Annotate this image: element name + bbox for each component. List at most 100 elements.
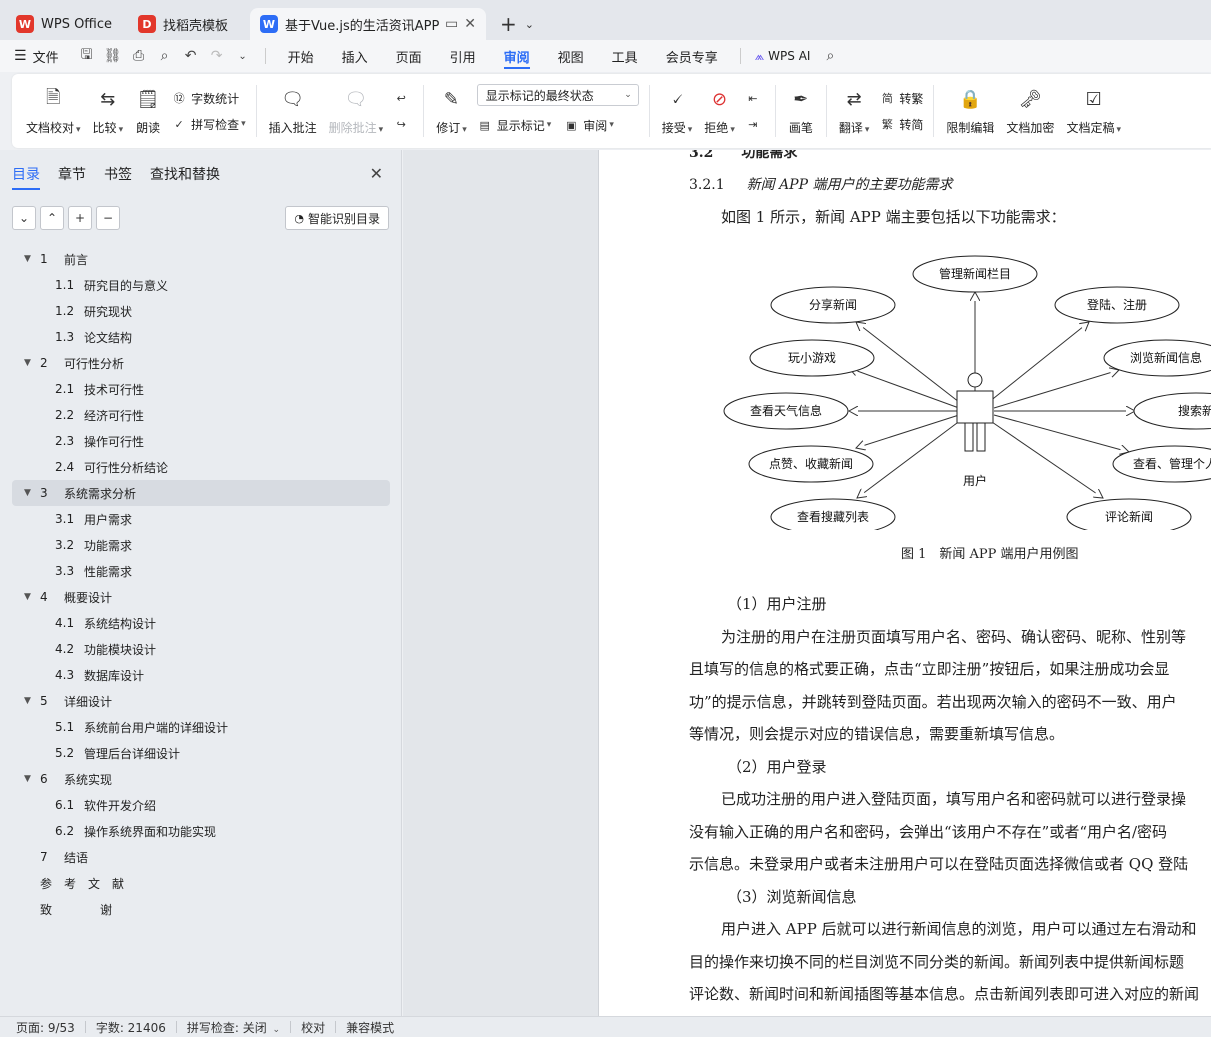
reject-button[interactable]: ⊘ 拒绝 ▾ <box>704 81 735 141</box>
toc-item[interactable]: 4.2 功能模块设计 <box>12 636 390 662</box>
menu-page[interactable]: 页面 <box>396 40 422 72</box>
toc-item[interactable]: 5.2 管理后台详细设计 <box>12 740 390 766</box>
nav-tab-toc[interactable]: 目录 <box>12 164 40 190</box>
toc-item[interactable]: 致 谢 <box>12 896 390 922</box>
previous-comment-button[interactable]: ↩ <box>393 85 413 111</box>
link-icon[interactable]: ⛓ <box>101 44 125 68</box>
toc-item[interactable]: 2.2 经济可行性 <box>12 402 390 428</box>
toc-item[interactable]: ▼ 4 概要设计 <box>12 584 390 610</box>
toc-item[interactable]: 1.1 研究目的与意义 <box>12 272 390 298</box>
show-markup-button[interactable]: ▤ 显示标记 ▾ <box>477 112 552 138</box>
expand-arrow-icon[interactable]: ▼ <box>24 592 36 602</box>
paragraph-line: 功”的提示信息，并跳转到登陆页面。若出现两次输入的密码不一致、用户 <box>689 692 1177 711</box>
menu-tools[interactable]: 工具 <box>612 40 638 72</box>
add-heading-icon[interactable]: + <box>68 206 92 230</box>
spell-check-button[interactable]: ✓ 拼写检查 ▾ <box>171 111 245 137</box>
nav-tab-find-replace[interactable]: 查找和替换 <box>150 164 220 190</box>
search-icon[interactable]: ⌕ <box>818 44 842 68</box>
document-page[interactable]: 3.2 功能需求 3.2.1 新闻 APP 端用户的主要功能需求 如图 1 所示，… <box>598 150 1211 1016</box>
to-simplified-button[interactable]: 繁转简 <box>879 111 924 137</box>
chevron-down-icon[interactable]: ⌄ <box>231 44 255 68</box>
toc-item[interactable]: 6.1 软件开发介绍 <box>12 792 390 818</box>
previous-revision-button[interactable]: ⇤ <box>745 85 765 111</box>
expand-arrow-icon[interactable]: ▼ <box>24 358 36 368</box>
toc-item[interactable]: 4.3 数据库设计 <box>12 662 390 688</box>
close-icon[interactable]: ✕ <box>370 164 383 183</box>
toc-item[interactable]: ▼ 1 前言 <box>12 246 390 272</box>
read-aloud-button[interactable]: 🗒 朗读 <box>135 81 161 141</box>
toc-item[interactable]: 1.3 论文结构 <box>12 324 390 350</box>
word-count-button[interactable]: ⑫ 字数统计 <box>171 85 246 111</box>
toc-item[interactable]: ▼ 5 详细设计 <box>12 688 390 714</box>
toc-item[interactable]: 3.3 性能需求 <box>12 558 390 584</box>
close-icon[interactable]: ✕ <box>464 16 476 32</box>
insert-comment-button[interactable]: 🗨 插入批注 <box>269 81 317 141</box>
tab-wps-office[interactable]: W WPS Office <box>6 8 124 40</box>
toc-item[interactable]: 3.1 用户需求 <box>12 506 390 532</box>
page-count[interactable]: 页面: 9/53 <box>16 1019 75 1036</box>
expand-arrow-icon[interactable]: ▼ <box>24 254 36 264</box>
toc-item[interactable]: ▼ 6 系统实现 <box>12 766 390 792</box>
toc-item[interactable]: ▼ 2 可行性分析 <box>12 350 390 376</box>
markup-state-select[interactable]: 显示标记的最终状态 ⌄ <box>476 84 639 106</box>
toc-item-number: 4.1 <box>55 616 75 630</box>
collapse-all-icon[interactable]: ⌄ <box>12 206 36 230</box>
print-icon[interactable]: ⎙ <box>127 44 151 68</box>
translate-button[interactable]: ⇄ 翻译 ▾ <box>839 81 870 141</box>
save-icon[interactable]: 🖫 <box>75 44 99 68</box>
toc-item[interactable]: 5.1 系统前台用户端的详细设计 <box>12 714 390 740</box>
file-menu[interactable]: ☰ 文件 <box>14 47 59 66</box>
word-count[interactable]: 字数: 21406 <box>96 1019 166 1036</box>
compare-button[interactable]: ⇆ 比较 ▾ <box>93 81 124 141</box>
proof-status[interactable]: 校对 <box>301 1019 325 1036</box>
toc-item[interactable]: 参 考 文 献 <box>12 870 390 896</box>
menu-review[interactable]: 审阅 <box>503 40 530 72</box>
restrict-edit-button[interactable]: 🔒 限制编辑 <box>946 81 994 141</box>
expand-arrow-icon[interactable]: ▼ <box>24 696 36 706</box>
revise-button[interactable]: ✎ 修订 ▾ <box>436 81 467 141</box>
toc-item[interactable]: 7 结语 <box>12 844 390 870</box>
toc-item[interactable]: 4.1 系统结构设计 <box>12 610 390 636</box>
chevron-down-icon[interactable]: ⌄ <box>525 8 534 40</box>
undo-icon[interactable]: ↶ <box>179 44 203 68</box>
toc-item[interactable]: 1.2 研究现状 <box>12 298 390 324</box>
menu-reference[interactable]: 引用 <box>450 40 476 72</box>
review-pane-button[interactable]: ▣ 审阅 ▾ <box>563 112 614 138</box>
expand-arrow-icon[interactable]: ▼ <box>24 774 36 784</box>
print-preview-icon[interactable]: ⌕ <box>153 44 177 68</box>
wps-ai-button[interactable]: ⩕ WPS AI <box>755 49 811 64</box>
expand-arrow-icon[interactable]: ▼ <box>24 488 36 498</box>
line-favorites <box>857 419 962 498</box>
nav-tab-bookmarks[interactable]: 书签 <box>104 164 132 190</box>
toc-item[interactable]: 6.2 操作系统界面和功能实现 <box>12 818 390 844</box>
toc-item[interactable]: 3.2 功能需求 <box>12 532 390 558</box>
nav-tab-sections[interactable]: 章节 <box>58 164 86 190</box>
finalize-button[interactable]: ☑ 文档定稿 ▾ <box>1066 81 1121 141</box>
expand-up-icon[interactable]: ⌃ <box>40 206 64 230</box>
delete-comment-button[interactable]: 🗨 删除批注 ▾ <box>329 81 384 141</box>
menu-view[interactable]: 视图 <box>558 40 584 72</box>
tab-document[interactable]: W 基于Vue.js的生活资讯APP的设 ▭ ✕ <box>250 8 486 40</box>
menu-member[interactable]: 会员专享 <box>666 40 718 72</box>
toc-item[interactable]: ▼ 3 系统需求分析 <box>12 480 390 506</box>
menu-home[interactable]: 开始 <box>288 40 314 72</box>
screen-icon[interactable]: ▭ <box>445 16 458 32</box>
pen-button[interactable]: ✒ 画笔 <box>788 81 814 141</box>
smart-toc-button[interactable]: ◔ 智能识别目录 <box>285 206 389 230</box>
to-traditional-button[interactable]: 简转繁 <box>879 85 924 111</box>
accept-button[interactable]: 🗸 接受 ▾ <box>662 81 693 141</box>
doc-check-button[interactable]: 🗎 文档校对 ▾ <box>26 81 81 141</box>
next-comment-button[interactable]: ↪ <box>393 111 413 137</box>
remove-heading-icon[interactable]: − <box>96 206 120 230</box>
markup-group: 显示标记的最终状态 ⌄ ▤ 显示标记 ▾ ▣ 审阅 ▾ <box>476 81 639 141</box>
add-tab-icon[interactable]: + <box>500 8 517 40</box>
encrypt-button[interactable]: 🗝 文档加密 <box>1006 81 1054 141</box>
menu-insert[interactable]: 插入 <box>342 40 368 72</box>
toc-item[interactable]: 2.3 操作可行性 <box>12 428 390 454</box>
toc-item[interactable]: 2.1 技术可行性 <box>12 376 390 402</box>
next-revision-button[interactable]: ⇥ <box>745 111 765 137</box>
redo-icon[interactable]: ↷ <box>205 44 229 68</box>
toc-item[interactable]: 2.4 可行性分析结论 <box>12 454 390 480</box>
tab-docer-templates[interactable]: D 找稻壳模板 <box>128 8 246 40</box>
spell-check-status[interactable]: 拼写检查: 关闭 ⌄ <box>187 1019 280 1036</box>
